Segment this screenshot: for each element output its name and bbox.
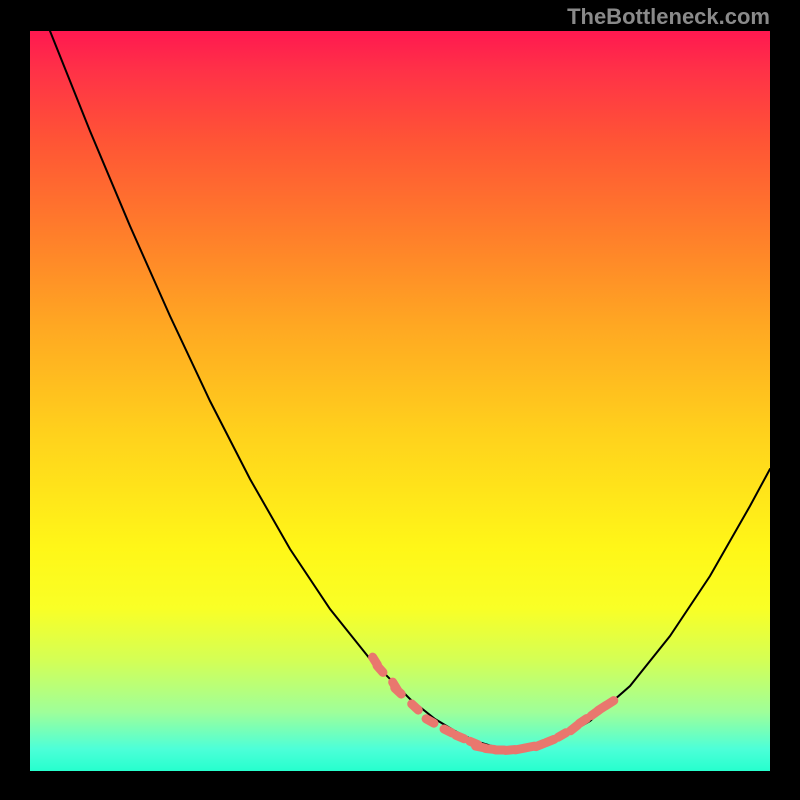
data-markers [366, 651, 620, 755]
bottleneck-curve [50, 31, 770, 749]
watermark-text: TheBottleneck.com [567, 4, 770, 30]
marker-point [405, 698, 424, 717]
chart-svg [30, 31, 770, 771]
chart-container: TheBottleneck.com [0, 0, 800, 800]
plot-area [30, 31, 770, 771]
